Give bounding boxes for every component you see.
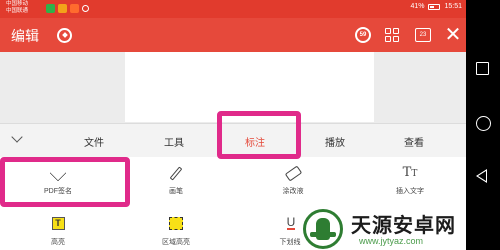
- app-notification-icon: [46, 4, 55, 13]
- page-count: 23: [415, 28, 431, 42]
- area-highlight-icon: [168, 215, 184, 231]
- page-title: 编辑: [11, 28, 39, 44]
- home-icon[interactable]: [476, 116, 491, 131]
- back-icon[interactable]: [476, 169, 487, 183]
- read-badge: 59: [355, 27, 371, 43]
- grid-view-icon[interactable]: [382, 25, 402, 45]
- insert-text-icon: TT: [402, 164, 418, 180]
- android-logo-icon: [303, 209, 343, 249]
- tab-file[interactable]: 文件: [84, 134, 104, 149]
- battery-icon: [428, 3, 441, 10]
- tab-view[interactable]: 查看: [404, 134, 424, 149]
- chevron-down-icon[interactable]: [11, 132, 24, 145]
- recent-apps-icon[interactable]: [476, 62, 489, 75]
- tab-tools[interactable]: 工具: [164, 134, 184, 149]
- highlight-icon: T: [50, 215, 66, 231]
- tool-insert-text[interactable]: TT 插入文字: [352, 157, 468, 203]
- close-icon[interactable]: ✕: [443, 25, 463, 45]
- clock: 15:51: [444, 3, 462, 10]
- carrier-2: 中国联通: [6, 7, 29, 14]
- status-right: 41% 15:51: [410, 3, 462, 10]
- highlight-frame-pdf-signature: [0, 157, 130, 207]
- sync-notification-icon: [82, 5, 89, 12]
- tab-play[interactable]: 播放: [325, 134, 345, 149]
- watermark-url: www.jytyaz.com: [359, 236, 424, 246]
- tool-label: 区域高亮: [162, 239, 190, 246]
- tool-label: 高亮: [51, 239, 65, 246]
- underline-icon: U: [286, 215, 296, 230]
- carrier-1: 中国移动: [6, 1, 29, 7]
- carrier-info: 中国移动 中国联通: [6, 1, 28, 14]
- notification-icons: [46, 4, 89, 13]
- tool-underline[interactable]: U 下划线: [235, 157, 351, 246]
- pages-icon[interactable]: 23: [413, 25, 433, 45]
- cloud-sync-icon[interactable]: [54, 25, 74, 45]
- status-bar: 中国移动 中国联通 41% 15:51: [0, 0, 466, 18]
- highlight-frame-annotate-tab: [217, 111, 301, 159]
- app-notification-icon: [70, 4, 79, 13]
- watermark: 天源安卓网 www.jytyaz.com: [303, 206, 466, 250]
- system-nav-bar: [466, 0, 500, 250]
- battery-percent: 41%: [410, 3, 425, 10]
- app-toolbar: 编辑 59 23 ✕: [0, 18, 466, 52]
- tool-area-highlight[interactable]: 区域高亮: [118, 157, 234, 246]
- app-notification-icon: [58, 4, 67, 13]
- read-mode-icon[interactable]: 59: [353, 25, 373, 45]
- tool-label: 插入文字: [396, 188, 424, 195]
- watermark-title: 天源安卓网: [351, 215, 456, 237]
